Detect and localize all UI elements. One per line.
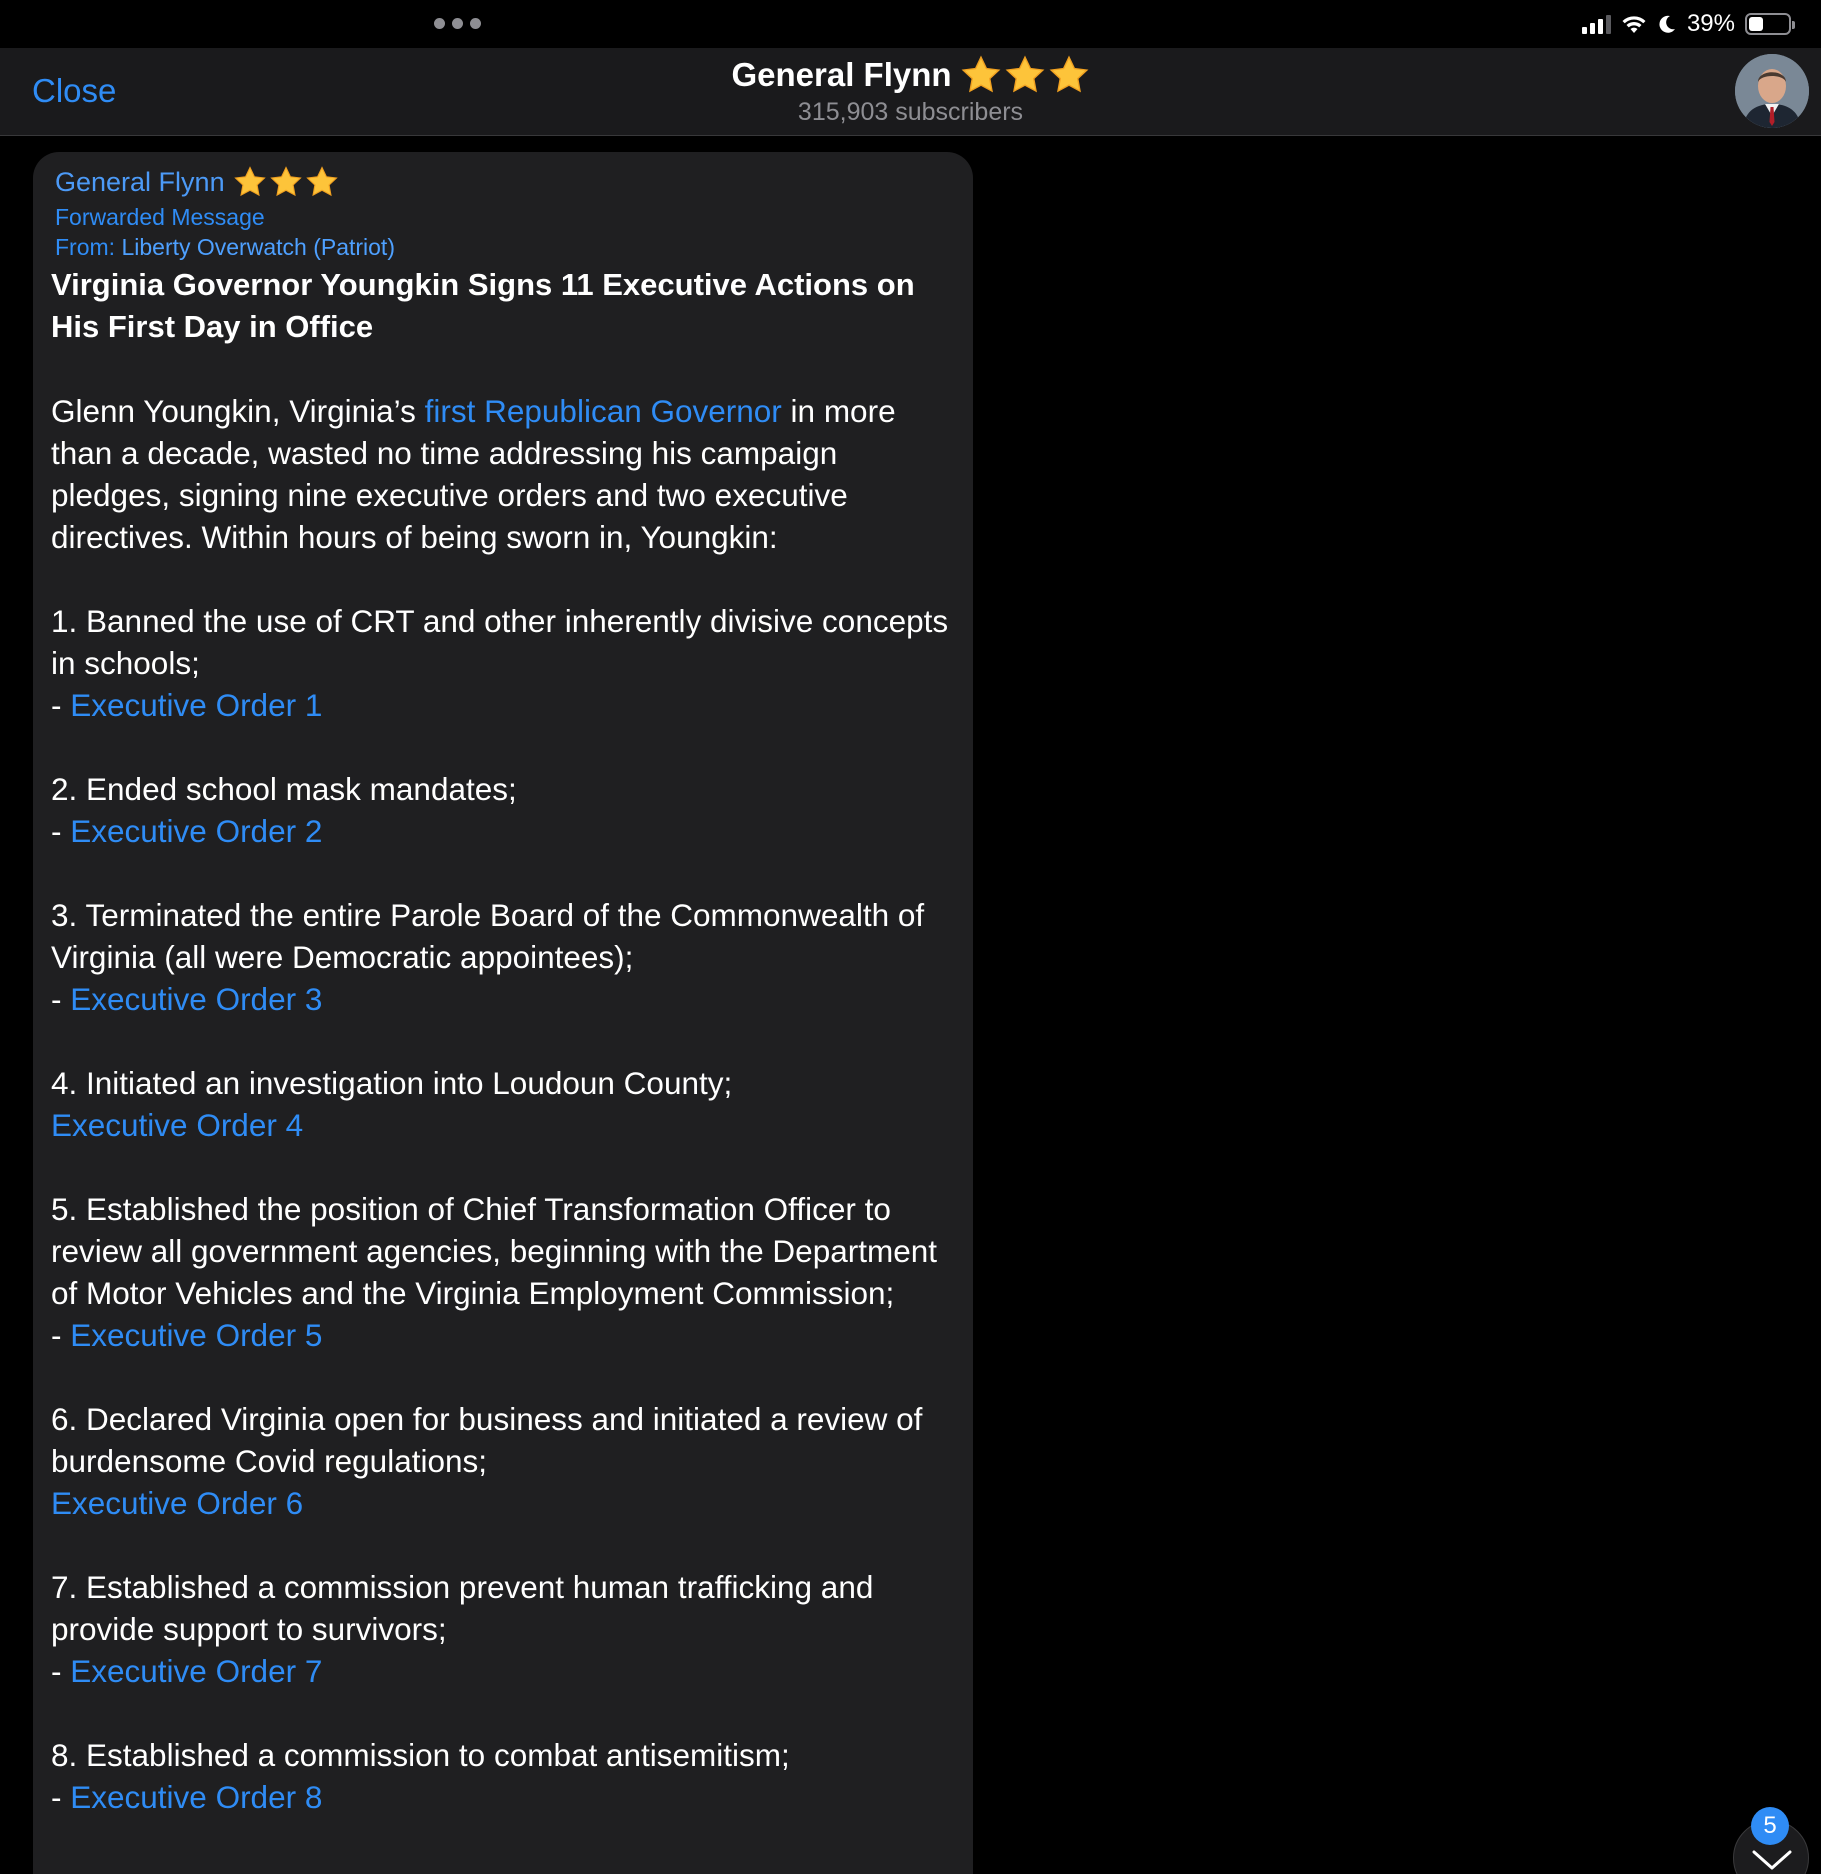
item-text: 4. Initiated an investigation into Loudo… (51, 1065, 733, 1101)
message-sender[interactable]: General Flynn (55, 162, 955, 202)
executive-order-link[interactable]: Executive Order 5 (70, 1317, 322, 1353)
battery-percentage: 39% (1686, 10, 1735, 37)
intro-text: Glenn Youngkin, Virginia’s (51, 393, 425, 429)
list-item: 1. Banned the use of CRT and other inher… (51, 600, 955, 726)
item-text: 1. Banned the use of CRT and other inher… (51, 603, 949, 681)
item-text: 2. Ended school mask mandates; (51, 771, 517, 807)
item-prefix: - (51, 981, 71, 1017)
list-item: 8. Established a commission to combat an… (51, 1734, 955, 1818)
intro-link[interactable]: first Republican Governor (425, 393, 782, 429)
more-dots-icon[interactable] (434, 18, 481, 29)
unread-count-badge: 5 (1751, 1807, 1789, 1845)
subscriber-count: 315,903 subscribers (797, 98, 1024, 126)
sender-name: General Flynn (55, 166, 225, 197)
executive-order-link[interactable]: Executive Order 6 (51, 1485, 303, 1521)
star-icon (305, 166, 338, 197)
executive-order-link[interactable]: Executive Order 1 (70, 687, 322, 723)
star-icon (961, 55, 1000, 93)
star-icon (269, 166, 302, 197)
message-headline: Virginia Governor Youngkin Signs 11 Exec… (51, 267, 915, 344)
sender-stars (233, 165, 339, 199)
from-source-link[interactable]: Liberty Overwatch (Patriot) (121, 234, 395, 260)
item-text: 5. Established the position of Chief Tra… (51, 1191, 937, 1311)
navigation-bar: Close General Flynn 315,903 subscribers (0, 48, 1821, 136)
forwarded-from[interactable]: From: Liberty Overwatch (Patriot) (55, 232, 955, 262)
channel-name: General Flynn (731, 56, 952, 93)
moon-icon (1659, 15, 1675, 33)
executive-order-link[interactable]: Executive Order 8 (70, 1779, 322, 1815)
item-text: 7. Established a commission prevent huma… (51, 1569, 874, 1647)
item-prefix: - (51, 687, 71, 723)
item-prefix: - (51, 813, 71, 849)
item-prefix: - (51, 1317, 71, 1353)
status-bar: 39% (0, 0, 1821, 48)
executive-order-link[interactable]: Executive Order 2 (70, 813, 322, 849)
channel-avatar[interactable] (1735, 54, 1809, 128)
star-icon (1049, 55, 1088, 93)
list-item: 4. Initiated an investigation into Loudo… (51, 1062, 955, 1146)
telegram-channel-view: 39% Close General Flynn 315,903 subscrib… (0, 0, 1821, 1874)
list-item: 7. Established a commission prevent huma… (51, 1566, 955, 1692)
channel-title: General Flynn (731, 54, 1089, 96)
item-prefix: - (51, 1653, 71, 1689)
star-icon (1005, 55, 1044, 93)
cellular-signal-icon (1581, 14, 1611, 34)
item-text: 6. Declared Virginia open for business a… (51, 1401, 923, 1479)
channel-header[interactable]: General Flynn 315,903 subscribers (0, 54, 1821, 127)
message-bubble[interactable]: General Flynn Forwarded Message From: Li… (33, 152, 973, 1874)
title-stars (960, 54, 1090, 96)
intro-paragraph: Glenn Youngkin, Virginia’s first Republi… (51, 390, 955, 558)
list-item: 2. Ended school mask mandates; - Executiv… (51, 768, 955, 852)
item-text: 8. Established a commission to combat an… (51, 1737, 790, 1773)
star-icon (233, 166, 266, 197)
chevron-down-icon (1752, 1850, 1792, 1870)
list-item: 3. Terminated the entire Parole Board of… (51, 894, 955, 1020)
executive-order-link[interactable]: Executive Order 7 (70, 1653, 322, 1689)
executive-order-link[interactable]: Executive Order 4 (51, 1107, 303, 1143)
avatar-portrait-icon (1735, 54, 1809, 128)
forwarded-label: Forwarded Message (55, 204, 265, 230)
wifi-icon (1622, 16, 1646, 33)
battery-icon (1745, 13, 1795, 35)
executive-order-link[interactable]: Executive Order 3 (70, 981, 322, 1017)
item-text: 3. Terminated the entire Parole Board of… (51, 897, 925, 975)
message-body: Glenn Youngkin, Virginia’s first Republi… (51, 390, 955, 1818)
list-item: 5. Established the position of Chief Tra… (51, 1188, 955, 1356)
from-prefix: From: (55, 234, 122, 260)
list-item: 6. Declared Virginia open for business a… (51, 1398, 955, 1524)
item-prefix: - (51, 1779, 71, 1815)
status-indicators: 39% (1581, 10, 1795, 38)
